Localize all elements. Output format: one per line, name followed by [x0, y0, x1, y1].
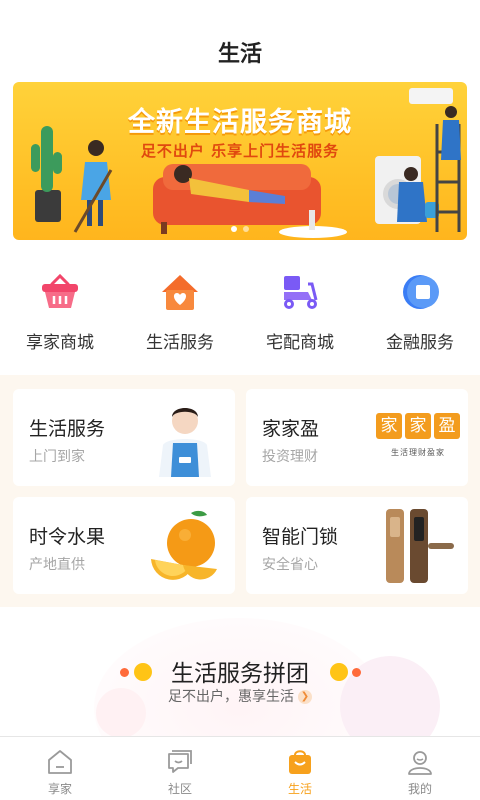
- jiajiaying-logo: 家 家 盈 生活理财盈家: [376, 413, 460, 473]
- card-seasonal-fruit[interactable]: 时令水果 产地直供: [13, 497, 235, 594]
- group-buy-subtitle: 足不出户，惠享生活: [168, 689, 294, 705]
- home-tab-icon: [48, 750, 72, 774]
- card-title: 智能门锁: [262, 526, 339, 548]
- community-chat-icon: [168, 750, 192, 773]
- card-subtitle: 产地直供: [29, 557, 85, 573]
- tab-label: 社区: [167, 782, 192, 796]
- feature-cards-section: 生活服务 上门到家 家家盈 投资理财 家 家 盈 生活理财盈家 时令水果 产地直…: [0, 375, 480, 607]
- card-title: 家家盈: [262, 418, 320, 440]
- card-smart-lock[interactable]: 智能门锁 安全省心: [246, 497, 468, 594]
- quick-item-finance[interactable]: 金融服务: [360, 262, 480, 362]
- tab-community[interactable]: 社区: [120, 737, 240, 800]
- delivery-scooter-icon: [284, 276, 318, 309]
- smart-door-lock-photo: [386, 509, 454, 583]
- logo-char: 盈: [434, 413, 460, 439]
- life-page: 生活 全新生活服务商城 足不出户 乐享上门生活服务 享家商城 生活服务 宅配商城…: [0, 0, 480, 800]
- banner-pagination: [13, 226, 467, 232]
- tab-label: 生活: [287, 782, 312, 796]
- group-buy-section[interactable]: 生活服务拼团 足不出户，惠享生活 ❯: [0, 608, 480, 736]
- card-subtitle: 上门到家: [29, 449, 85, 465]
- shopping-basket-icon: [42, 273, 78, 308]
- chevron-right-icon[interactable]: ❯: [298, 690, 312, 704]
- card-jiajiaying[interactable]: 家家盈 投资理财 家 家 盈 生活理财盈家: [246, 389, 468, 486]
- banner-dot-active: [231, 226, 237, 232]
- quick-item-label: 宅配商城: [266, 333, 334, 353]
- home-heart-icon: [162, 275, 198, 310]
- tab-label: 我的: [407, 782, 432, 796]
- card-life-service[interactable]: 生活服务 上门到家: [13, 389, 235, 486]
- group-buy-title: 生活服务拼团: [171, 661, 309, 687]
- quick-item-delivery[interactable]: 宅配商城: [240, 262, 360, 362]
- card-subtitle: 安全省心: [262, 557, 318, 573]
- profile-icon: [408, 751, 432, 775]
- quick-menu: 享家商城 生活服务 宅配商城 金融服务: [0, 262, 480, 362]
- card-subtitle: 投资理财: [262, 449, 318, 465]
- logo-char: 家: [376, 413, 402, 439]
- quick-item-label: 生活服务: [146, 333, 214, 353]
- quick-item-shop[interactable]: 享家商城: [0, 262, 120, 362]
- service-staff-photo: [159, 408, 211, 477]
- promo-banner[interactable]: 全新生活服务商城 足不出户 乐享上门生活服务: [13, 82, 467, 240]
- shopping-bag-icon: [289, 750, 311, 774]
- logo-caption: 生活理财盈家: [391, 448, 445, 457]
- tab-life[interactable]: 生活: [240, 737, 360, 800]
- nav-header: 生活: [0, 0, 480, 80]
- quick-item-life-service[interactable]: 生活服务: [120, 262, 240, 362]
- quick-item-label: 金融服务: [386, 333, 454, 353]
- bottom-tab-bar: 享家 社区 生活 我的: [0, 736, 480, 800]
- card-title: 时令水果: [29, 526, 106, 548]
- logo-char: 家: [405, 413, 431, 439]
- banner-dot: [243, 226, 249, 232]
- tab-profile[interactable]: 我的: [360, 737, 480, 800]
- group-buy-subtitle-row: 足不出户，惠享生活 ❯: [0, 686, 480, 706]
- tab-label: 享家: [47, 782, 72, 796]
- card-title: 生活服务: [29, 418, 106, 440]
- finance-square-icon: [403, 275, 439, 309]
- tab-home[interactable]: 享家: [0, 737, 120, 800]
- orange-fruit-photo: [151, 510, 217, 580]
- banner-title: 全新生活服务商城: [128, 107, 352, 138]
- banner-subtitle: 足不出户 乐享上门生活服务: [140, 142, 340, 160]
- page-title: 生活: [217, 42, 262, 67]
- quick-item-label: 享家商城: [26, 333, 94, 353]
